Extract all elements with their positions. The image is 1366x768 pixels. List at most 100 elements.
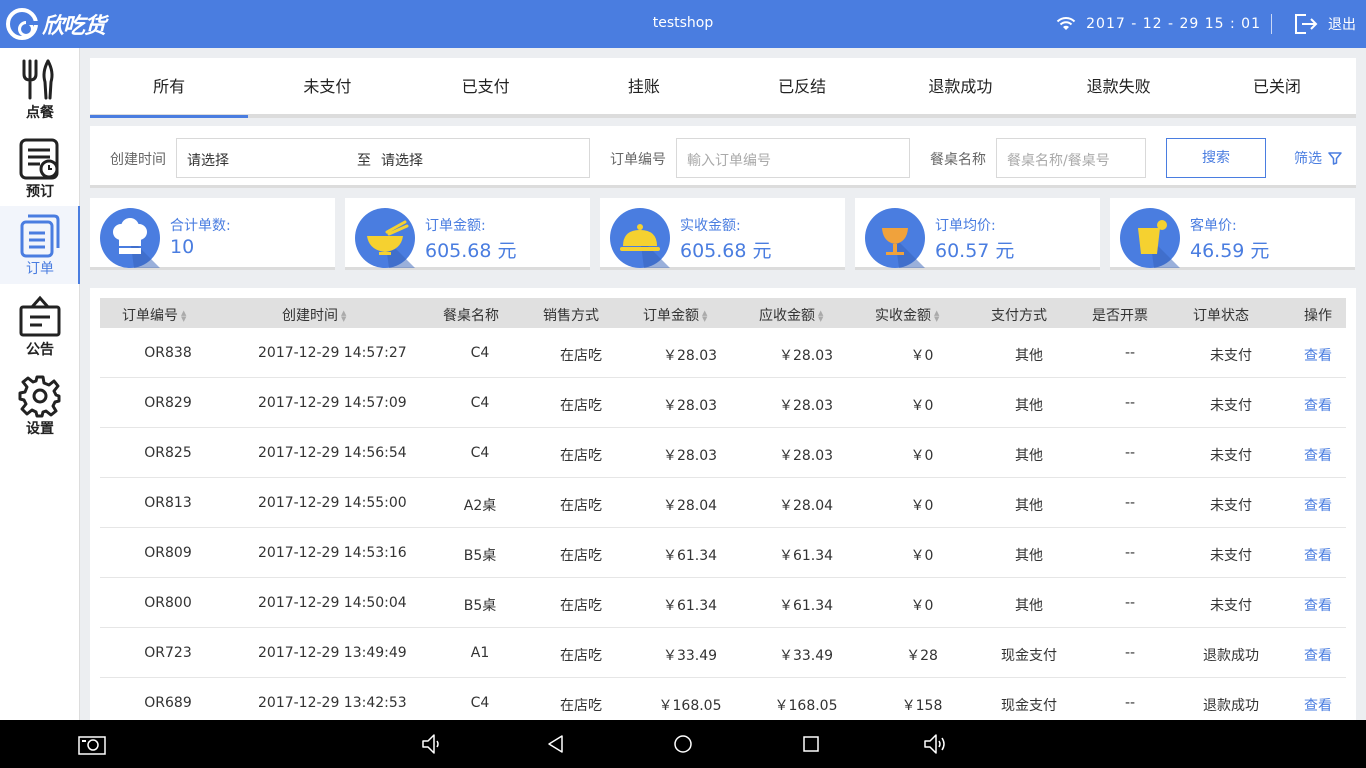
column-header-invoice: 是否开票 bbox=[1092, 308, 1148, 324]
column-header-received[interactable]: 实收金额 ▲ ▼ bbox=[875, 305, 939, 325]
back-icon[interactable] bbox=[544, 732, 568, 756]
filter-button[interactable]: 筛选 bbox=[1294, 148, 1342, 168]
table-cell: OR829 bbox=[144, 395, 192, 411]
sidebar-item-reservation[interactable]: 预订 bbox=[0, 129, 80, 207]
table-name-placeholder: 餐桌名称/餐桌号 bbox=[1007, 153, 1110, 169]
view-order-link[interactable]: 查看 bbox=[1248, 395, 1356, 415]
sidebar-item-notice[interactable]: 公告 bbox=[0, 287, 80, 365]
view-order-link[interactable]: 查看 bbox=[1248, 495, 1356, 515]
sort-icon[interactable]: ▲ ▼ bbox=[702, 310, 707, 323]
table-cell: OR689 bbox=[144, 695, 192, 711]
table-row: OR689 2017-12-29 13:42:53 C4 在店吃 ￥168.05 ￥168… bbox=[100, 678, 1346, 720]
notice-board-icon bbox=[19, 295, 61, 337]
sidebar-item-order-food[interactable]: 点餐 bbox=[0, 50, 80, 128]
table-row: OR838 2017-12-29 14:57:27 C4 在店吃 ￥28.03 ￥28.0… bbox=[100, 328, 1346, 378]
table-cell: 2017-12-29 14:56:54 bbox=[258, 445, 407, 461]
screenshot-icon[interactable] bbox=[78, 732, 106, 756]
sort-icon[interactable]: ▲ ▼ bbox=[341, 310, 346, 323]
sidebar-item-orders[interactable]: 订单 bbox=[0, 206, 80, 284]
column-header-receivable[interactable]: 应收金额 ▲ ▼ bbox=[759, 305, 823, 325]
bowl-chopsticks-icon bbox=[355, 208, 415, 268]
column-header-action: 操作 bbox=[1304, 308, 1332, 324]
volume-down-icon[interactable] bbox=[420, 732, 444, 756]
stat-label: 合计单数: bbox=[170, 218, 231, 234]
divider bbox=[1271, 14, 1272, 34]
table-cell: 2017-12-29 14:50:04 bbox=[258, 595, 407, 611]
tab-all[interactable]: 所有 bbox=[90, 58, 249, 118]
top-bar: 欣吃货 testshop 2017 - 12 - 29 15 : 01 退出 bbox=[0, 0, 1366, 48]
start-date-value[interactable]: 请选择 bbox=[187, 150, 229, 170]
view-order-link[interactable]: 查看 bbox=[1248, 695, 1356, 715]
sort-icon[interactable]: ▲ ▼ bbox=[818, 310, 823, 323]
sort-icon[interactable]: ▲ ▼ bbox=[181, 310, 186, 323]
sidebar: 点餐 预订 订单 公告 设置 bbox=[0, 48, 80, 720]
table-name-input[interactable]: 餐桌名称/餐桌号 bbox=[996, 138, 1146, 178]
tab-on-account[interactable]: 挂账 bbox=[565, 58, 723, 114]
view-order-link[interactable]: 查看 bbox=[1248, 345, 1356, 365]
tab-paid[interactable]: 已支付 bbox=[407, 58, 565, 114]
orders-icon bbox=[20, 214, 60, 258]
table-cell: 2017-12-29 13:49:49 bbox=[258, 645, 407, 661]
table-cell: OR800 bbox=[144, 595, 192, 611]
search-button[interactable]: 搜索 bbox=[1166, 138, 1266, 178]
sidebar-item-settings[interactable]: 设置 bbox=[0, 366, 80, 444]
system-nav-bar bbox=[0, 720, 1366, 768]
table-row: OR825 2017-12-29 14:56:54 C4 在店吃 ￥28.03 ￥28.0… bbox=[100, 428, 1346, 478]
date-range-to-label: 至 bbox=[357, 153, 371, 169]
tab-refund-failed[interactable]: 退款失败 bbox=[1040, 58, 1198, 114]
order-no-label: 订单编号 bbox=[610, 152, 666, 168]
tab-unpaid[interactable]: 未支付 bbox=[248, 58, 406, 114]
fork-knife-icon bbox=[22, 59, 54, 100]
stat-label: 订单均价: bbox=[935, 218, 996, 234]
view-order-link[interactable]: 查看 bbox=[1248, 595, 1356, 615]
table-cell: 2017-12-29 14:57:09 bbox=[258, 395, 407, 411]
table-cell: OR813 bbox=[144, 495, 192, 511]
stat-card-order-count: 合计单数: 10 bbox=[90, 198, 335, 270]
column-header-status: 订单状态 bbox=[1193, 308, 1249, 324]
logout-icon[interactable] bbox=[1294, 13, 1318, 35]
view-order-link[interactable]: 查看 bbox=[1248, 645, 1356, 665]
column-header-order-no[interactable]: 订单编号 ▲ ▼ bbox=[122, 305, 186, 325]
goblet-icon bbox=[865, 208, 925, 268]
table-row: OR800 2017-12-29 14:50:04 B5桌 在店吃 ￥61.34 ￥61.… bbox=[100, 578, 1346, 628]
date-range-picker[interactable]: 请选择 至 请选择 bbox=[176, 138, 590, 178]
orders-table: 订单编号 ▲ ▼ 创建时间 ▲ ▼ 餐桌名称 销售方式 订单金额 ▲ ▼ 应收金额 ▲ ▼ 实收… bbox=[90, 288, 1356, 720]
table-name-label: 餐桌名称 bbox=[930, 152, 986, 168]
order-no-placeholder: 輸入订单编号 bbox=[687, 153, 771, 169]
stat-value: 46.59 元 bbox=[1190, 240, 1270, 262]
stat-card-order-amount: 订单金额: 605.68 元 bbox=[345, 198, 590, 270]
table-cell: 2017-12-29 14:57:27 bbox=[258, 345, 407, 361]
sort-icon[interactable]: ▲ ▼ bbox=[934, 310, 939, 323]
home-icon[interactable] bbox=[671, 732, 695, 756]
recents-icon[interactable] bbox=[799, 732, 823, 756]
funnel-icon bbox=[1328, 152, 1342, 165]
order-no-input[interactable]: 輸入订单编号 bbox=[676, 138, 910, 178]
view-order-link[interactable]: 查看 bbox=[1248, 445, 1356, 465]
chef-hat-icon bbox=[100, 208, 160, 268]
filter-bar: 创建时间 请选择 至 请选择 订单编号 輸入订单编号 餐桌名称 餐桌名称/餐桌号… bbox=[90, 126, 1356, 188]
sidebar-item-label: 订单 bbox=[26, 261, 54, 277]
stat-value: 605.68 元 bbox=[425, 240, 517, 262]
gear-icon bbox=[18, 375, 61, 418]
tab-refund-success[interactable]: 退款成功 bbox=[881, 58, 1039, 114]
view-order-link[interactable]: 查看 bbox=[1248, 545, 1356, 565]
logout-button[interactable]: 退出 bbox=[1328, 14, 1356, 34]
column-header-order-amount[interactable]: 订单金额 ▲ ▼ bbox=[643, 305, 707, 325]
volume-up-icon[interactable] bbox=[922, 732, 948, 756]
table-cell: OR838 bbox=[144, 345, 192, 361]
wifi-icon bbox=[1056, 17, 1076, 30]
column-header-payment: 支付方式 bbox=[991, 308, 1047, 324]
drink-cup-icon bbox=[1120, 208, 1180, 268]
table-cell: 2017-12-29 13:42:53 bbox=[258, 695, 407, 711]
stat-label: 订单金额: bbox=[425, 218, 486, 234]
tab-closed[interactable]: 已关闭 bbox=[1198, 58, 1356, 114]
stat-value: 10 bbox=[170, 236, 195, 258]
table-row: OR813 2017-12-29 14:55:00 A2桌 在店吃 ￥28.04 ￥28.… bbox=[100, 478, 1346, 528]
table-row: OR829 2017-12-29 14:57:09 C4 在店吃 ￥28.03 ￥28.0… bbox=[100, 378, 1346, 428]
tab-reversed[interactable]: 已反结 bbox=[723, 58, 881, 114]
sidebar-item-label: 点餐 bbox=[26, 105, 54, 121]
table-cell: OR825 bbox=[144, 445, 192, 461]
end-date-value[interactable]: 请选择 bbox=[381, 150, 423, 170]
reservation-clock-icon bbox=[19, 138, 59, 180]
column-header-created[interactable]: 创建时间 ▲ ▼ bbox=[282, 305, 346, 325]
